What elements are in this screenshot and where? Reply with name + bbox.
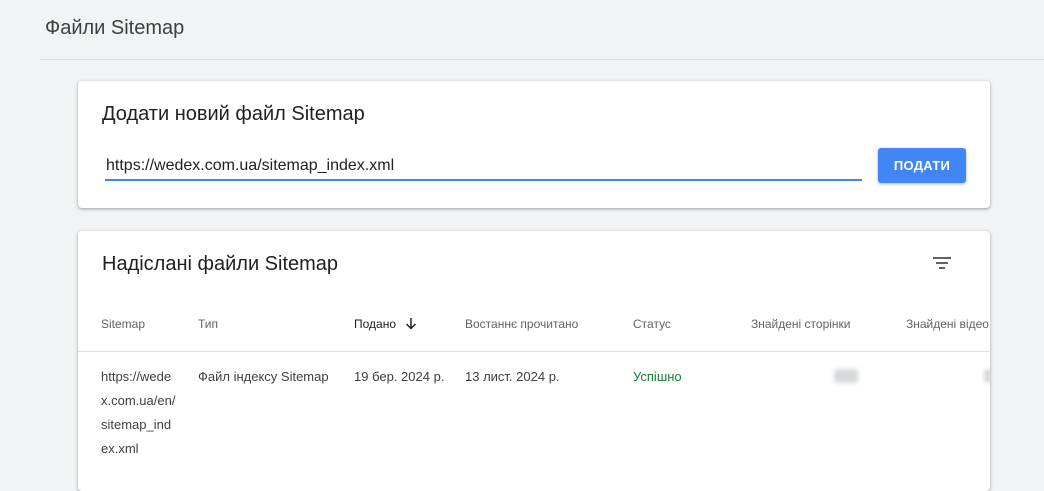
sitemap-url-input[interactable]: [105, 153, 862, 181]
submitted-sitemaps-title: Надіслані файли Sitemap: [102, 253, 339, 275]
arrow-down-icon: [406, 317, 417, 330]
row-status: Успішно: [633, 369, 682, 384]
column-header-last-read[interactable]: Востаннє прочитано: [465, 317, 578, 331]
row-sitemap-url[interactable]: https://wedex.com.ua/en/sitemap_index.xm…: [101, 365, 177, 461]
column-header-status[interactable]: Статус: [633, 317, 671, 331]
row-submitted: 19 бер. 2024 р.: [354, 369, 445, 384]
column-header-found-pages[interactable]: Знайдені сторінки: [751, 317, 851, 331]
column-header-submitted-label: Подано: [354, 317, 397, 331]
add-sitemap-title: Додати новий файл Sitemap: [102, 103, 365, 125]
row-last-read: 13 лист. 2024 р.: [465, 369, 560, 384]
row-found-videos-redacted: [984, 369, 990, 383]
row-type: Файл індексу Sitemap: [198, 369, 329, 384]
submit-button[interactable]: ПОДАТИ: [878, 148, 966, 183]
column-header-type[interactable]: Тип: [198, 317, 218, 331]
row-found-pages-redacted: [834, 369, 858, 383]
filter-icon: [933, 257, 951, 269]
header-divider: [40, 59, 1044, 60]
page-title: Файли Sitemap: [45, 17, 185, 39]
filter-button[interactable]: [928, 249, 956, 277]
column-header-sitemap[interactable]: Sitemap: [101, 317, 145, 331]
add-sitemap-card: Додати новий файл Sitemap ПОДАТИ: [78, 81, 990, 208]
submitted-sitemaps-card: Надіслані файли Sitemap Sitemap Тип Пода…: [78, 231, 990, 491]
column-header-submitted[interactable]: Подано: [354, 317, 417, 331]
table-divider: [78, 351, 990, 352]
column-header-found-videos[interactable]: Знайдені відео: [906, 317, 989, 331]
page-header: Файли Sitemap: [0, 0, 1044, 60]
